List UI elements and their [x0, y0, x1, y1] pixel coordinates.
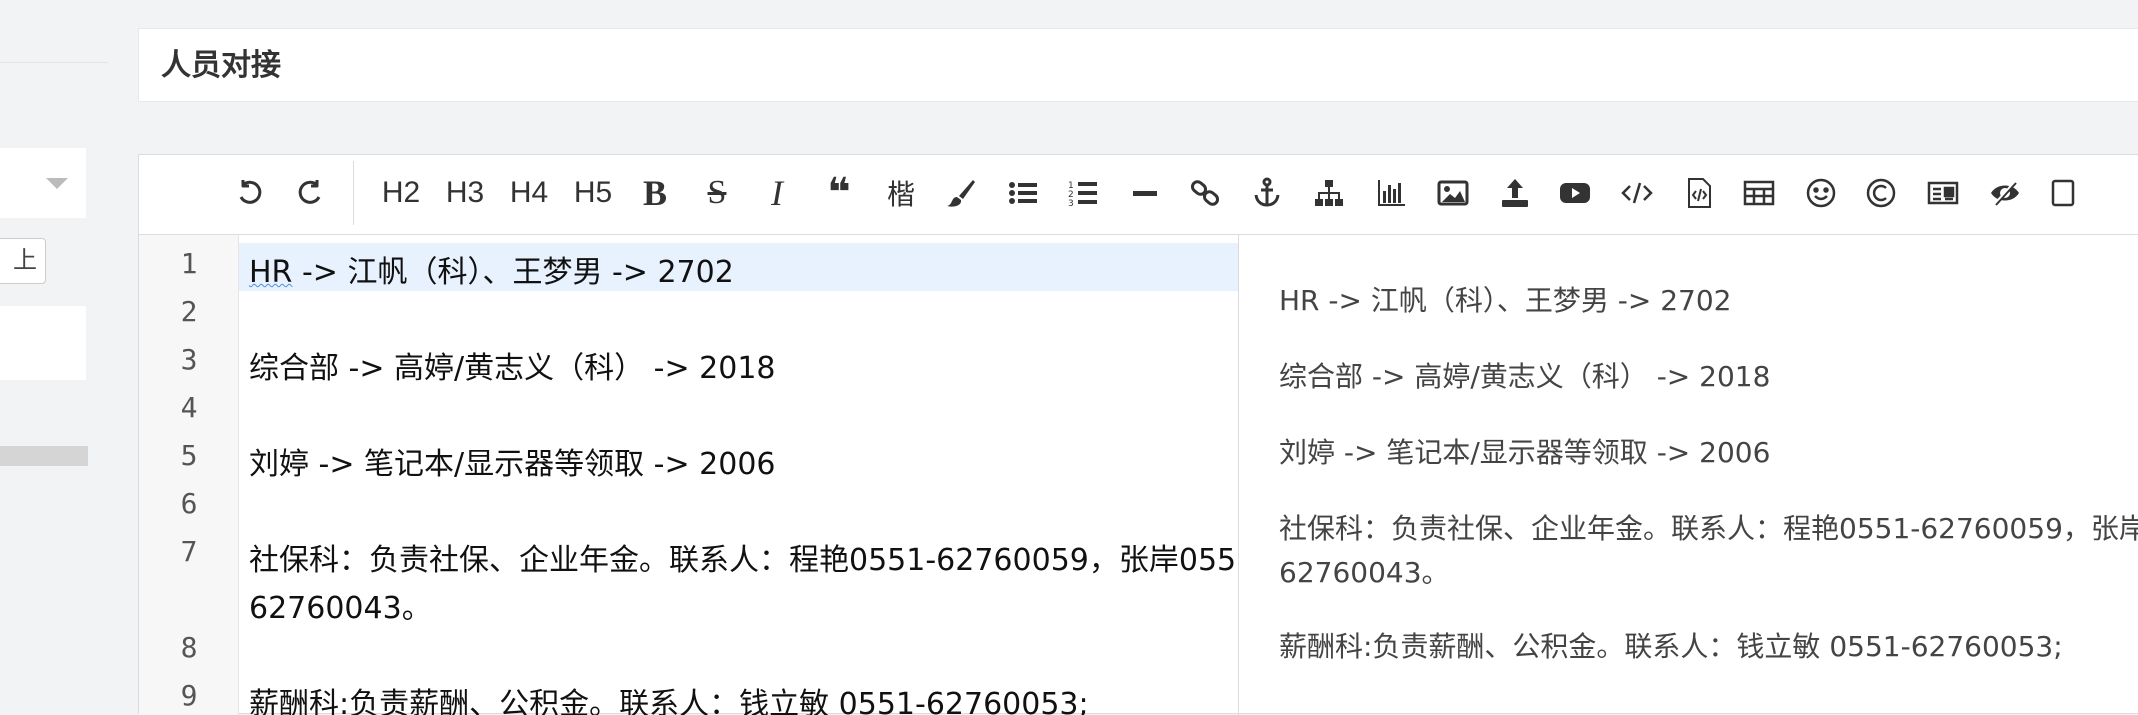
preview-paragraph: 62760043。 [1279, 556, 1450, 589]
line-number: 7 [180, 535, 198, 568]
sitemap-icon[interactable] [1303, 167, 1355, 219]
emoji-icon[interactable] [1795, 167, 1847, 219]
code-line: 刘婷 -> 笔记本/显示器等领取 -> 2006 [249, 447, 776, 482]
image-icon[interactable] [1427, 167, 1479, 219]
line-number: 4 [180, 391, 198, 424]
preview-paragraph: 综合部 -> 高婷/黄志义（科） -> 2018 [1279, 360, 1771, 393]
undo-icon[interactable] [223, 167, 275, 219]
italic-button[interactable]: I [751, 167, 803, 219]
toolbar-separator [353, 161, 354, 225]
table-icon[interactable] [1733, 167, 1785, 219]
bold-button[interactable]: B [629, 167, 681, 219]
h3-button[interactable]: H3 [439, 167, 491, 219]
preview-paragraph: 刘婷 -> 笔记本/显示器等领取 -> 2006 [1279, 436, 1771, 469]
markdown-editor: H2 H3 H4 H5 B S I ❝ 楷 123 1 2 3 4 5 6 7 … [138, 154, 2138, 715]
h5-button[interactable]: H5 [567, 167, 619, 219]
preview-paragraph: 薪酬科:负责薪酬、公积金。联系人：钱立敏 0551-62760053; [1279, 630, 2063, 663]
watch-toggle-icon[interactable] [1979, 167, 2031, 219]
line-number: 3 [180, 343, 198, 376]
code-line-text: -> 江帆（科）、王梦男 -> 2702 [292, 255, 734, 290]
link-icon[interactable] [1179, 167, 1231, 219]
parent-level-button[interactable]: 上级 [0, 238, 46, 284]
source-pane[interactable]: 1 2 3 4 5 6 7 8 9 HR -> 江帆（科）、王梦男 -> 270… [139, 235, 1239, 715]
preview-paragraph: HR -> 江帆（科）、王梦男 -> 2702 [1279, 284, 1732, 317]
ordered-list-icon[interactable]: 123 [1057, 167, 1109, 219]
preview-pane: HR -> 江帆（科）、王梦男 -> 2702 综合部 -> 高婷/黄志义（科）… [1239, 235, 2138, 715]
h2-button[interactable]: H2 [375, 167, 427, 219]
line-number: 2 [180, 295, 198, 328]
kai-font-button[interactable]: 楷 [875, 167, 927, 219]
paint-brush-icon[interactable] [935, 167, 987, 219]
preview-paragraph: 社保科：负责社保、企业年金。联系人：程艳0551-62760059，张岸0551… [1279, 512, 2138, 545]
line-number-gutter: 1 2 3 4 5 6 7 8 9 [139, 235, 239, 715]
copyright-icon[interactable] [1855, 167, 1907, 219]
line-number: 9 [180, 679, 198, 712]
code-file-icon[interactable] [1673, 167, 1725, 219]
page-break-icon[interactable] [1917, 167, 1969, 219]
quote-icon[interactable]: ❝ [813, 167, 865, 219]
code-line: 社保科：负责社保、企业年金。联系人：程艳0551-62760059，张岸0551… [249, 543, 1239, 578]
parent-select[interactable] [0, 148, 86, 218]
line-number: 8 [180, 631, 198, 664]
svg-text:3: 3 [1068, 199, 1074, 209]
upload-icon[interactable] [1489, 167, 1541, 219]
chevron-down-icon [46, 178, 68, 189]
sidebar-input[interactable] [0, 306, 86, 380]
line-number: 1 [180, 247, 198, 280]
code-line: 62760043。 [249, 591, 432, 626]
anchor-icon[interactable] [1241, 167, 1293, 219]
page-title: 人员对接 [161, 49, 281, 82]
sidebar-divider [0, 62, 108, 63]
spellcheck-word: HR [249, 255, 293, 290]
redo-icon[interactable] [285, 167, 337, 219]
sidebar-scrollbar[interactable] [0, 446, 88, 466]
line-number: 5 [180, 439, 198, 472]
strikethrough-button[interactable]: S [691, 167, 743, 219]
preview-icon[interactable] [2039, 167, 2091, 219]
title-card: 人员对接 [138, 28, 2138, 102]
code-line: 综合部 -> 高婷/黄志义（科） -> 2018 [249, 351, 776, 386]
video-icon[interactable] [1549, 167, 1601, 219]
editor-toolbar: H2 H3 H4 H5 B S I ❝ 楷 123 [139, 155, 2138, 235]
code-line: 薪酬科:负责薪酬、公积金。联系人：钱立敏 0551-62760053; [249, 687, 1089, 715]
unordered-list-icon[interactable] [997, 167, 1049, 219]
code-icon[interactable] [1611, 167, 1663, 219]
bar-chart-icon[interactable] [1365, 167, 1417, 219]
code-line: HR -> 江帆（科）、王梦男 -> 2702 [249, 247, 734, 291]
sidebar: 上级 [0, 0, 108, 704]
line-number: 6 [180, 487, 198, 520]
h4-button[interactable]: H4 [503, 167, 555, 219]
horizontal-rule-icon[interactable] [1119, 167, 1171, 219]
